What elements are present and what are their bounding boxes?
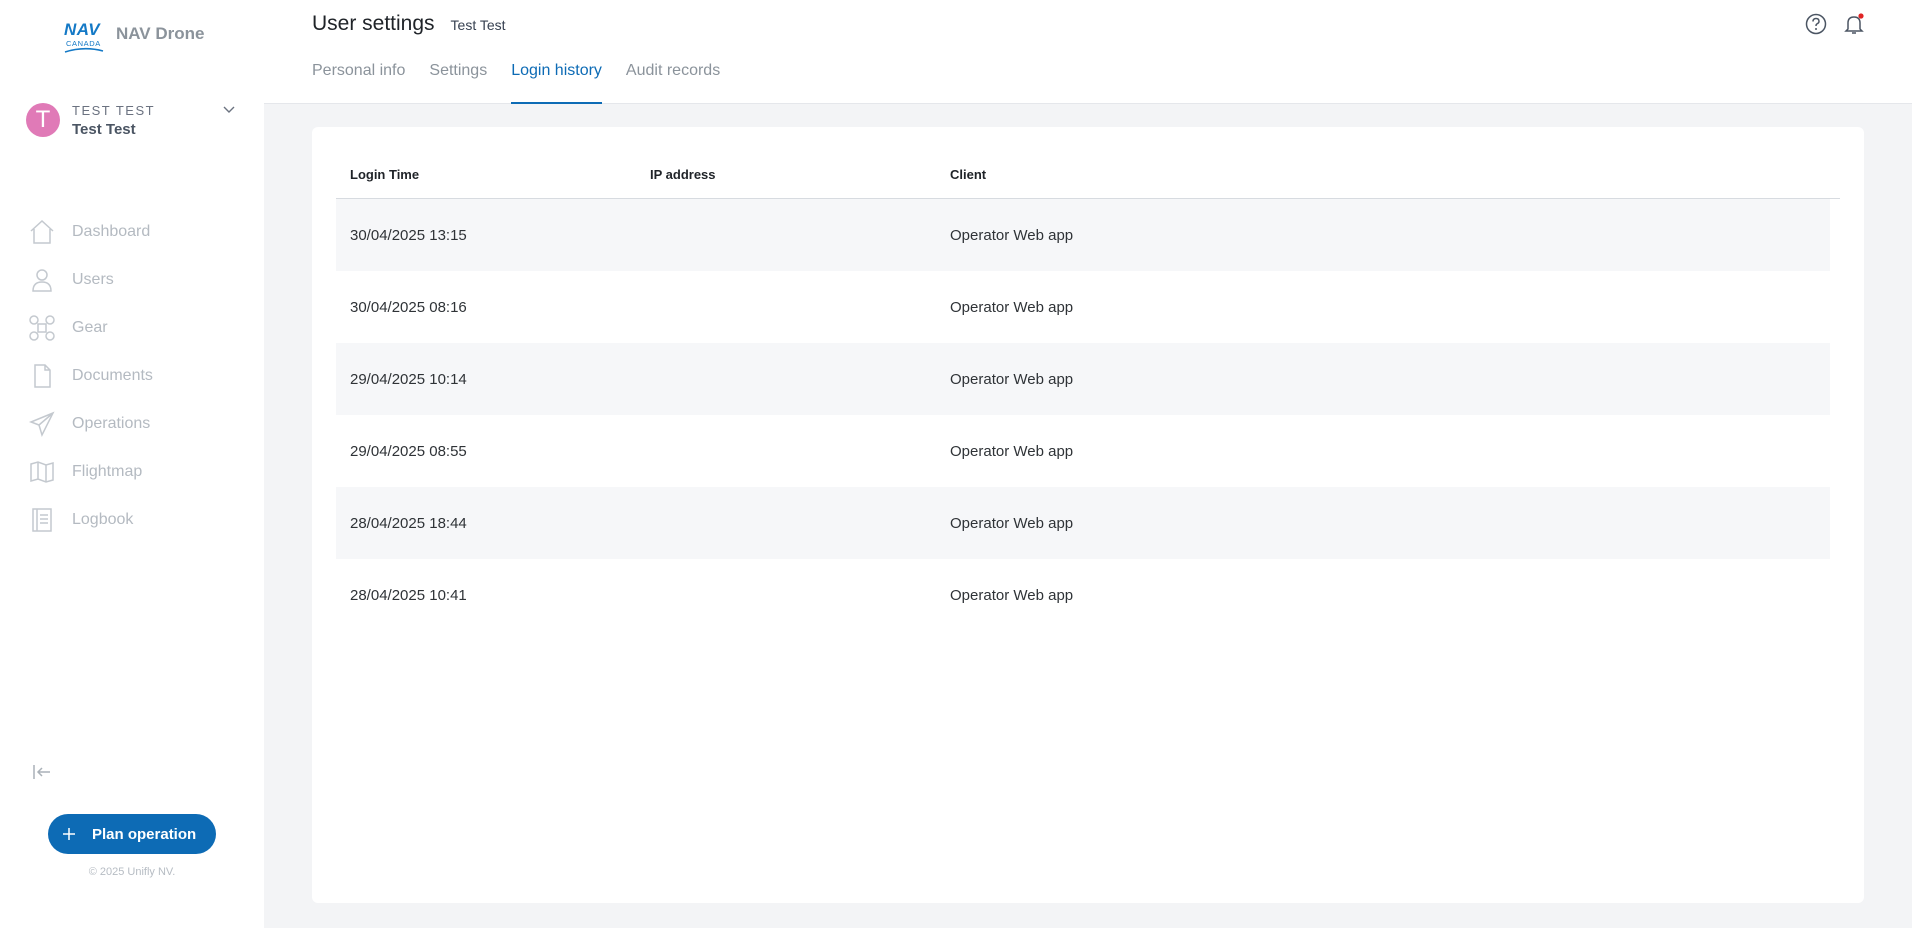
sidebar-item-logbook[interactable]: Logbook (28, 496, 153, 544)
sidebar-item-label: Flightmap (72, 463, 143, 480)
table-header: Login Time IP address Client (336, 151, 1840, 199)
sidebar-item-operations[interactable]: Operations (28, 400, 153, 448)
table-row[interactable]: 29/04/2025 10:14 Operator Web app (336, 343, 1830, 415)
sidebar-item-label: Gear (72, 319, 108, 336)
paper-plane-icon (28, 410, 56, 438)
user-icon (28, 266, 56, 294)
document-icon (28, 362, 56, 390)
sidebar: NAV CANADA NAV Drone T TEST TEST Test Te… (0, 0, 264, 928)
chevron-down-icon[interactable] (222, 102, 236, 116)
cell-login-time: 29/04/2025 10:14 (350, 370, 467, 388)
cell-client: Operator Web app (950, 586, 1074, 604)
sidebar-item-flightmap[interactable]: Flightmap (28, 448, 153, 496)
plan-operation-label: Plan operation (92, 825, 197, 843)
table-row[interactable]: 30/04/2025 13:15 Operator Web app (336, 199, 1830, 271)
title-row: User settings Test Test (312, 12, 506, 36)
drone-icon (28, 314, 56, 342)
cell-client: Operator Web app (950, 442, 1074, 460)
tab-audit-records[interactable]: Audit records (626, 62, 720, 104)
cell-client: Operator Web app (950, 298, 1074, 316)
map-icon (28, 458, 56, 486)
sidebar-item-label: Operations (72, 415, 151, 432)
table-row[interactable]: 30/04/2025 08:16 Operator Web app (336, 271, 1830, 343)
user-upper-name: TEST TEST (72, 102, 156, 118)
collapse-sidebar-icon[interactable] (32, 762, 54, 782)
column-header-client[interactable]: Client (936, 167, 1840, 182)
plan-operation-button[interactable]: Plan operation (48, 814, 216, 854)
sidebar-item-label: Logbook (72, 511, 134, 528)
logo-swoosh-icon (64, 47, 104, 53)
sidebar-item-label: Documents (72, 367, 153, 384)
sidebar-item-documents[interactable]: Documents (28, 352, 153, 400)
tab-settings[interactable]: Settings (429, 62, 487, 104)
tabs: Personal info Settings Login history Aud… (312, 62, 744, 104)
user-menu[interactable]: T TEST TEST Test Test (26, 100, 236, 140)
tab-login-history[interactable]: Login history (511, 62, 602, 104)
cell-login-time: 28/04/2025 10:41 (350, 586, 467, 604)
column-header-ip-address[interactable]: IP address (636, 167, 936, 182)
page-title: User settings (312, 12, 435, 35)
app-logo[interactable]: NAV CANADA NAV Drone (64, 20, 204, 54)
table-row[interactable]: 29/04/2025 08:55 Operator Web app (336, 415, 1830, 487)
login-history-table: Login Time IP address Client 30/04/2025 … (336, 151, 1840, 631)
cell-client: Operator Web app (950, 514, 1074, 532)
sidebar-item-gear[interactable]: Gear (28, 304, 153, 352)
sidebar-item-label: Users (72, 271, 114, 288)
user-text: TEST TEST Test Test (72, 103, 155, 138)
page-subtitle: Test Test (450, 17, 506, 33)
sidebar-item-users[interactable]: Users (28, 256, 153, 304)
nav-canada-logo: NAV CANADA (64, 20, 106, 54)
sidebar-item-dashboard[interactable]: Dashboard (28, 208, 153, 256)
app-title: NAV Drone (116, 24, 205, 43)
page-header: User settings Test Test Personal info Se… (264, 0, 1912, 104)
cell-client: Operator Web app (950, 370, 1074, 388)
cell-login-time: 29/04/2025 08:55 (350, 442, 467, 460)
tab-personal-info[interactable]: Personal info (312, 62, 405, 104)
help-icon[interactable] (1804, 12, 1828, 36)
cell-client: Operator Web app (950, 226, 1074, 244)
user-name: Test Test (72, 120, 136, 138)
home-icon (28, 218, 56, 246)
login-history-card: Login Time IP address Client 30/04/2025 … (312, 127, 1864, 903)
column-header-login-time[interactable]: Login Time (336, 167, 636, 182)
table-row[interactable]: 28/04/2025 18:44 Operator Web app (336, 487, 1830, 559)
table-row[interactable]: 28/04/2025 10:41 Operator Web app (336, 559, 1830, 631)
avatar: T (26, 103, 60, 137)
sidebar-item-label: Dashboard (72, 223, 151, 240)
sidebar-nav: Dashboard Users Gear Documents Operation… (28, 208, 153, 544)
logo-nav-text: NAV (64, 20, 101, 39)
table-body: 30/04/2025 13:15 Operator Web app 30/04/… (336, 199, 1830, 631)
plus-icon (63, 828, 75, 840)
notification-bell-icon[interactable] (1842, 12, 1866, 36)
copyright: © 2025 Unifly NV. (88, 866, 176, 878)
cell-login-time: 28/04/2025 18:44 (350, 514, 467, 532)
cell-login-time: 30/04/2025 08:16 (350, 298, 467, 316)
cell-login-time: 30/04/2025 13:15 (350, 226, 467, 244)
logbook-icon (28, 506, 56, 534)
